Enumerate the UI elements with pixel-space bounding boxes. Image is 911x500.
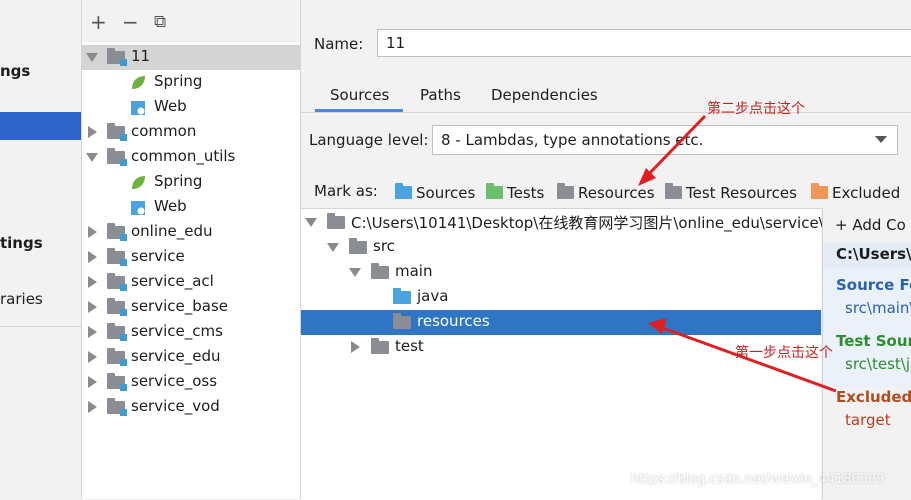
watermark: https://blog.csdn.net/weixin_44186509 xyxy=(631,472,885,487)
step2-arrow xyxy=(638,114,707,186)
step2-annotation: 第二步点击这个 xyxy=(707,101,805,117)
annotation-arrows xyxy=(638,114,837,393)
step1-annotation: 第一步点击这个 xyxy=(735,345,833,361)
